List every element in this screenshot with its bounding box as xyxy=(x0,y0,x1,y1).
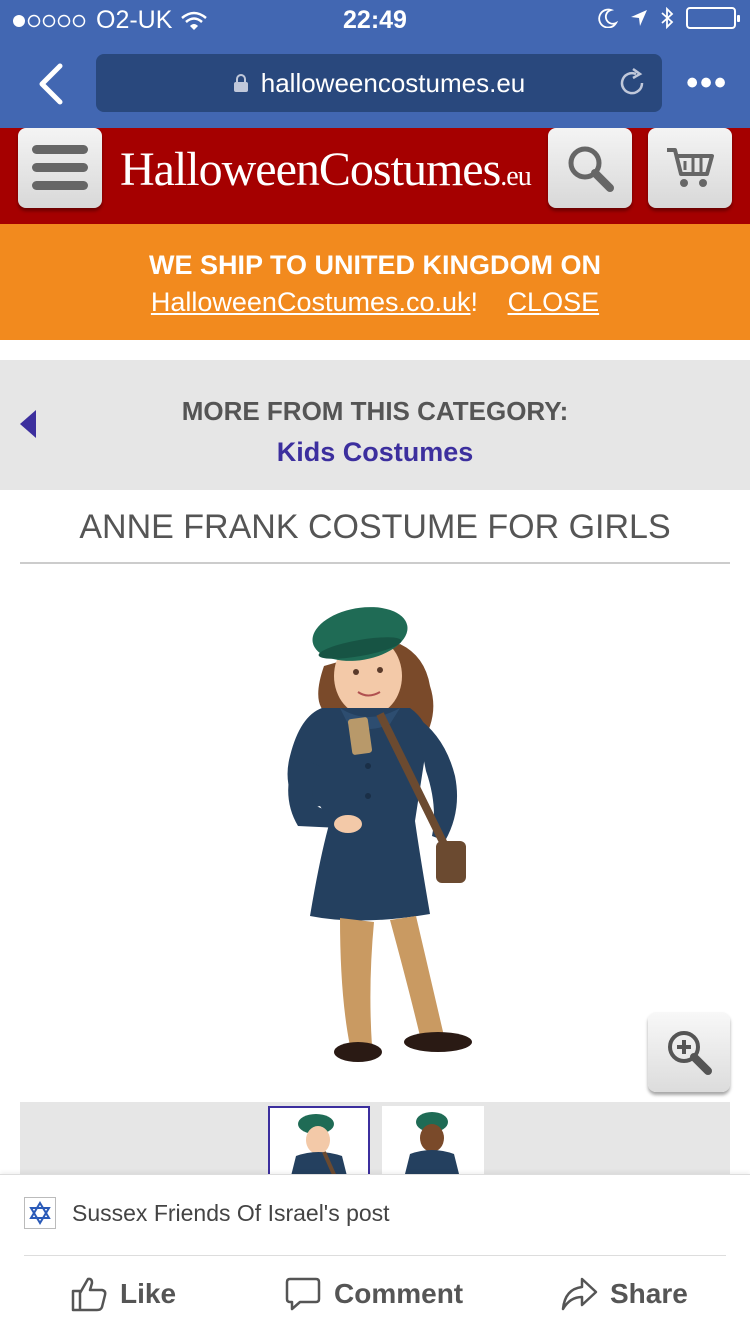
category-link[interactable]: Kids Costumes xyxy=(0,437,750,468)
thumbnail-back[interactable] xyxy=(382,1106,484,1174)
shipping-banner: WE SHIP TO UNITED KINGDOM ON HalloweenCo… xyxy=(0,224,750,340)
browser-bar: halloweencostumes.eu ••• xyxy=(0,40,750,128)
logo-tld: .eu xyxy=(500,161,531,192)
bluetooth-icon xyxy=(661,7,674,29)
thumbnail-strip xyxy=(20,1102,730,1174)
cart-icon xyxy=(667,148,714,187)
status-bar: O2-UK 22:49 xyxy=(0,0,750,40)
reaction-bar: Like Comment Share xyxy=(0,1275,750,1319)
thumbs-up-icon xyxy=(71,1277,107,1312)
divider xyxy=(24,1255,726,1256)
zoom-button[interactable] xyxy=(648,1012,730,1092)
thumbnail-image xyxy=(291,1114,347,1174)
share-arrow-icon xyxy=(561,1277,598,1311)
triangle-left-icon[interactable] xyxy=(20,410,36,438)
close-banner-link[interactable]: CLOSE xyxy=(508,287,600,317)
lock-icon xyxy=(233,74,248,92)
hamburger-icon xyxy=(32,145,88,190)
moon-icon xyxy=(598,8,618,28)
facebook-bar: Sussex Friends Of Israel's post Like Com… xyxy=(0,1174,750,1334)
product-title: ANNE FRANK COSTUME FOR GIRLS xyxy=(20,508,730,564)
search-button[interactable] xyxy=(548,128,632,208)
reload-icon[interactable] xyxy=(616,67,648,99)
page-avatar xyxy=(24,1197,56,1229)
url-text: halloweencostumes.eu xyxy=(260,67,526,98)
thumbnail-front[interactable] xyxy=(268,1106,370,1174)
category-label: MORE FROM THIS CATEGORY: xyxy=(181,396,569,426)
zoom-in-icon xyxy=(668,1031,712,1075)
share-label: Share xyxy=(610,1278,688,1309)
site-logo[interactable]: HalloweenCostumes.eu xyxy=(120,142,532,197)
menu-button[interactable] xyxy=(18,128,102,208)
chevron-left-icon xyxy=(39,63,63,105)
category-bar: MORE FROM THIS CATEGORY: Kids Costumes xyxy=(0,360,750,490)
url-field[interactable]: halloweencostumes.eu xyxy=(96,54,662,112)
share-button[interactable]: Share xyxy=(560,1275,688,1313)
comment-icon xyxy=(285,1277,321,1311)
thumbnail-image xyxy=(405,1112,459,1174)
more-options-button[interactable]: ••• xyxy=(686,66,728,100)
cart-button[interactable] xyxy=(648,128,732,208)
uk-site-link[interactable]: HalloweenCostumes.co.uk xyxy=(151,287,471,317)
back-button[interactable] xyxy=(30,62,74,106)
logo-text: HalloweenCostumes xyxy=(120,143,501,196)
status-right-group xyxy=(598,7,740,29)
star-of-david-icon xyxy=(29,1201,51,1225)
shipping-message: WE SHIP TO UNITED KINGDOM ON xyxy=(148,250,602,280)
battery-icon xyxy=(686,7,740,29)
location-arrow-icon xyxy=(631,10,647,26)
post-source[interactable]: Sussex Friends Of Israel's post xyxy=(24,1197,390,1229)
banner-separator: ! xyxy=(470,287,479,317)
search-icon xyxy=(568,146,614,192)
post-source-label: Sussex Friends Of Israel's post xyxy=(72,1199,390,1226)
product-image[interactable] xyxy=(240,596,520,1086)
site-header: HalloweenCostumes.eu xyxy=(0,128,750,224)
comment-button[interactable]: Comment xyxy=(284,1275,463,1313)
comment-label: Comment xyxy=(334,1278,464,1309)
like-label: Like xyxy=(120,1278,177,1309)
like-button[interactable]: Like xyxy=(70,1275,176,1313)
